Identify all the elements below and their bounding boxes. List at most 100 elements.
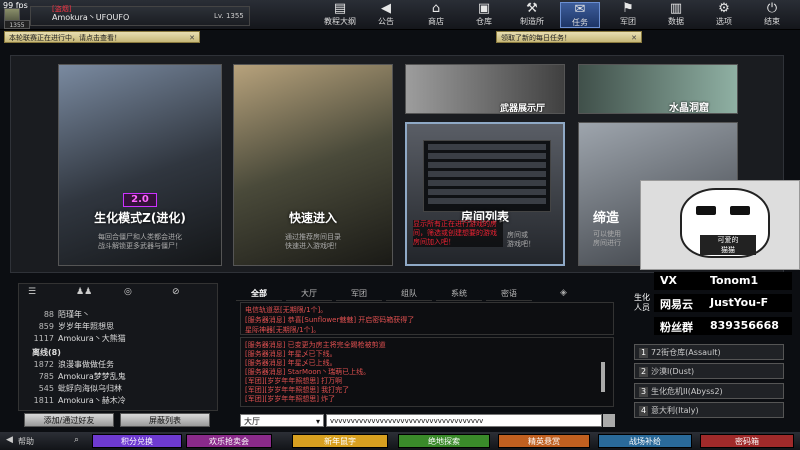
- map-index: 2: [639, 367, 648, 377]
- list-item[interactable]: 1117 Amokura丶大熊猫: [30, 333, 210, 344]
- chat-tab-whisper[interactable]: 密语: [486, 287, 532, 301]
- map-item[interactable]: 2 沙漠I(Dust): [634, 363, 784, 379]
- nav-shop[interactable]: ⌂ 商店: [416, 2, 456, 28]
- mode-title: 武器展示厅: [500, 104, 546, 114]
- friend-name: Amokura丶大熊猫: [58, 334, 126, 343]
- chat-line: [军团][岁岁年年照想思] 我打完了: [245, 386, 350, 394]
- friend-level: 785: [38, 372, 54, 381]
- chat-group-icon[interactable]: ◎: [124, 287, 144, 297]
- chat-line: [服务器消息] StarMoon丶瑞萌已上线。: [245, 368, 371, 376]
- bounty-button[interactable]: 精英悬赏: [498, 434, 590, 448]
- nav-data[interactable]: ▥ 数据: [656, 2, 696, 28]
- close-icon[interactable]: ✕: [631, 32, 637, 44]
- close-icon[interactable]: ✕: [189, 32, 195, 44]
- block-list-button[interactable]: 屏蔽列表: [120, 413, 210, 427]
- social-key: 网易云: [660, 298, 693, 311]
- mode-card-crystal-cave[interactable]: 水晶洞窟: [578, 64, 738, 114]
- warehouse-icon: ▣: [477, 1, 491, 16]
- auction-button[interactable]: 欢乐抢卖会: [186, 434, 272, 448]
- chat-pane-main[interactable]: [服务器消息] 已变更为房主将完全踢枪被剪道 [服务器消息] 年星乄已下线。 […: [240, 337, 614, 407]
- friend-name: Amokura丶赫木冷: [58, 396, 126, 405]
- block-icon[interactable]: ⊘: [172, 287, 192, 297]
- social-fans-group: 粉丝群 839356668: [654, 317, 792, 335]
- chat-tab-all[interactable]: 全部: [236, 287, 282, 301]
- chat-tab-lobby[interactable]: 大厅: [286, 287, 332, 301]
- mode-card-quick-join[interactable]: 快速进入 通过推荐房间目录 快速进入游戏吧！: [233, 64, 393, 266]
- supply-button[interactable]: 战场补给: [598, 434, 692, 448]
- settings-icon: ⚙: [718, 1, 730, 16]
- mode-card-room-list[interactable]: 房间列表 显示所有正在进行游戏的房间，筛选或创建想要的游戏房间加入吧！ 房间或 …: [405, 122, 565, 266]
- diamond-icon[interactable]: ◈: [560, 288, 567, 298]
- chat-scrollbar[interactable]: [601, 362, 605, 392]
- chat-input[interactable]: vvvvvvvvvvvvvvvvvvvvvvvvvvvvvvvvvvvvv: [326, 414, 602, 427]
- map-index: 1: [639, 348, 648, 358]
- nav-label: 仓库: [476, 17, 492, 26]
- chat-line: 星际神器[无期限/1个]。: [245, 326, 321, 334]
- friend-group-offline[interactable]: 离线(8): [32, 347, 61, 358]
- sticker-caption: 可爱的 猫猫: [700, 235, 756, 255]
- nav-tutorial[interactable]: ▤ 教程大纲: [320, 2, 360, 28]
- banner-text: 本轮联赛正在进行中，请点击查看！: [9, 34, 121, 42]
- chat-tab-system[interactable]: 系统: [436, 287, 482, 301]
- map-name: 生化危机II(Abyss2): [651, 387, 723, 396]
- list-item[interactable]: 1811 Amokura丶赫木冷: [30, 395, 210, 406]
- mission-icon: ✉: [574, 2, 586, 17]
- chat-tab-corps[interactable]: 军团: [336, 287, 382, 301]
- social-wechat: VX Tonom1: [654, 272, 792, 290]
- exploration-button[interactable]: 绝地探索: [398, 434, 490, 448]
- chat-tab-team[interactable]: 组队: [386, 287, 432, 301]
- map-item[interactable]: 4 意大利(Italy): [634, 402, 784, 418]
- help-button[interactable]: 帮助: [18, 436, 34, 447]
- chat-line: [服务器消息] 年星乄已上线。: [245, 359, 337, 367]
- mode-subtitle: 每回合僵尸和人类都会进化: [98, 233, 182, 241]
- room-list-tooltip: 显示所有正在进行游戏的房间，筛选或创建想要的游戏房间加入吧！: [413, 220, 503, 247]
- banner-text: 领取了新的每日任务！: [501, 34, 571, 42]
- mode-title: 快速进入: [288, 211, 337, 225]
- nav-announcement[interactable]: ◀ 公告: [366, 2, 406, 28]
- map-item[interactable]: 3 生化危机II(Abyss2): [634, 383, 784, 399]
- new-year-event-button[interactable]: 新年鼠字: [292, 434, 388, 448]
- daily-mission-banner[interactable]: 领取了新的每日任务！ ✕: [496, 31, 642, 43]
- speaker-icon[interactable]: ◀: [6, 435, 13, 445]
- map-index: 4: [639, 406, 648, 416]
- player-level: Lv. 1355: [214, 12, 244, 20]
- chat-pane-top[interactable]: 电信轨道恶[无期限/1个]。 [服务器消息] 恭喜[Sunflower魅魅] 开…: [240, 302, 614, 335]
- sunglasses-left: [696, 206, 716, 215]
- list-item[interactable]: 1872 浪漫事做做任务: [30, 359, 210, 370]
- list-item[interactable]: 545 蚍蜉向海似乌归林: [30, 383, 210, 394]
- map-name: 意大利(Italy): [651, 406, 699, 415]
- player-name: Amokura丶UFOUFO: [52, 13, 130, 22]
- social-key: 粉丝群: [660, 321, 693, 334]
- nav-warehouse[interactable]: ▣ 仓库: [464, 2, 504, 28]
- list-item[interactable]: 785 Amokura梦梦乱鬼: [30, 371, 210, 382]
- search-icon[interactable]: ⌕: [74, 435, 79, 445]
- channel-select[interactable]: 大厅 ▾: [240, 414, 324, 427]
- map-item[interactable]: 1 72街仓库(Assault): [634, 344, 784, 360]
- mode-subtitle: 快速进入游戏吧！: [285, 242, 341, 250]
- mode-title: 缔造: [593, 211, 620, 226]
- friend-list-icon[interactable]: ☰: [28, 287, 48, 297]
- mode-card-weapon-hall[interactable]: 武器展示厅: [405, 64, 565, 114]
- shop-icon: ⌂: [431, 1, 441, 16]
- chat-line: [军团][岁岁年年照想思] 打万啊: [245, 377, 343, 385]
- list-item[interactable]: 859 岁岁年年照想思: [30, 321, 210, 332]
- send-button[interactable]: [603, 414, 615, 427]
- league-banner[interactable]: 本轮联赛正在进行中，请点击查看！ ✕: [4, 31, 200, 43]
- nav-factory[interactable]: ⚒ 制造所: [512, 2, 552, 28]
- channel-value: 大厅: [244, 417, 260, 426]
- add-friend-button[interactable]: 添加/通过好友: [24, 413, 114, 427]
- list-item[interactable]: 88 陌瑾年丶: [30, 309, 210, 320]
- mode-card-zombie[interactable]: 2.0 生化模式Z(进化) 每回合僵尸和人类都会进化 战斗解锁更多武器与僵尸！: [58, 64, 222, 266]
- friends-icon[interactable]: ♟♟: [76, 287, 96, 297]
- friend-name: 陌瑾年丶: [58, 310, 90, 319]
- cipher-box-button[interactable]: 密码箱: [700, 434, 794, 448]
- mode-title: 水晶洞窟: [669, 103, 709, 114]
- mode-subtitle: 房间进行: [593, 239, 621, 247]
- nav-settings[interactable]: ⚙ 选项: [704, 2, 744, 28]
- points-exchange-button[interactable]: 积分兑换: [92, 434, 182, 448]
- nav-label: 数据: [668, 17, 684, 26]
- nav-exit[interactable]: ⏻ 结束: [752, 2, 792, 28]
- nav-mission[interactable]: ✉ 任务: [560, 2, 600, 28]
- chat-line: [服务器消息] 年星乄已下线。: [245, 350, 337, 358]
- nav-corps[interactable]: ⚑ 军团: [608, 2, 648, 28]
